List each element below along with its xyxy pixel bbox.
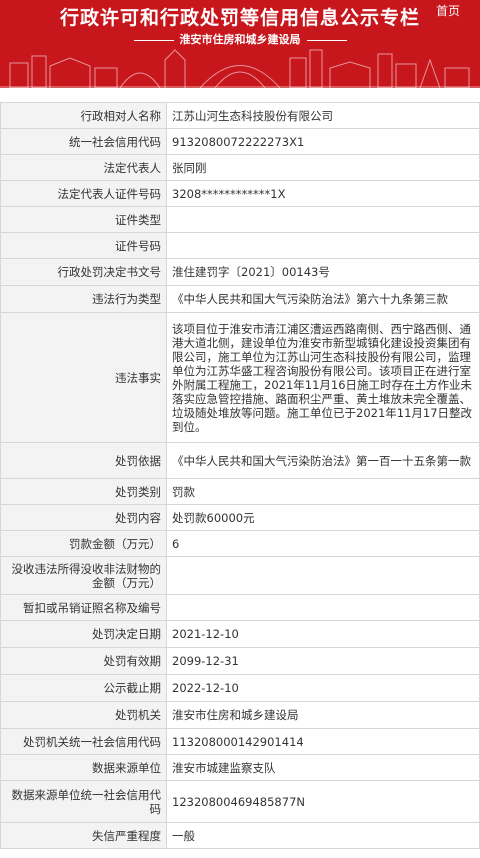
table-row: 数据来源单位 淮安市城建监察支队 (0, 754, 480, 781)
table-row: 失信严重程度 一般 (0, 822, 480, 849)
field-value: 113208000142901414 (166, 728, 480, 755)
field-label: 暂扣或吊销证照名称及编号 (0, 594, 167, 621)
table-row: 证件号码 (0, 232, 480, 259)
table-row: 证件类型 (0, 206, 480, 233)
field-value: 淮住建罚字〔2021〕00143号 (166, 258, 480, 286)
field-value (166, 206, 480, 233)
table-row: 处罚决定日期 2021-12-10 (0, 620, 480, 648)
page-title: 行政许可和行政处罚等信用信息公示专栏 (59, 7, 420, 29)
field-value: 3208************1X (166, 180, 480, 207)
field-value: 淮安市住房和城乡建设局 (166, 701, 480, 729)
table-row: 暂扣或吊销证照名称及编号 (0, 594, 480, 621)
field-label: 处罚类别 (0, 478, 167, 505)
field-value: 《中华人民共和国大气污染防治法》第一百一十五条第一款 (166, 442, 480, 479)
table-row: 法定代表人 张同刚 (0, 154, 480, 181)
table-row: 处罚机关统一社会信用代码 113208000142901414 (0, 728, 480, 755)
field-value (166, 232, 480, 259)
header-banner: 行政许可和行政处罚等信用信息公示专栏 首页 淮安市住房和城乡建设局 (0, 0, 480, 88)
field-label: 处罚决定日期 (0, 620, 167, 648)
field-value: 2021-12-10 (166, 620, 480, 648)
field-value: 处罚款60000元 (166, 504, 480, 531)
table-row: 法定代表人证件号码 3208************1X (0, 180, 480, 207)
field-label: 公示截止期 (0, 674, 167, 702)
field-value (166, 594, 480, 621)
agency-name: 淮安市住房和城乡建设局 (179, 33, 301, 46)
decorative-line (133, 39, 174, 41)
home-link[interactable]: 首页 (436, 2, 460, 19)
field-value: 江苏山河生态科技股份有限公司 (166, 102, 480, 129)
field-value: 9132080072222273X1 (166, 128, 480, 155)
field-label: 数据来源单位统一社会信用代码 (0, 780, 167, 823)
table-row: 数据来源单位统一社会信用代码 12320800469485877N (0, 780, 480, 823)
field-value: 一般 (166, 822, 480, 849)
field-label: 处罚依据 (0, 442, 167, 479)
decorative-line (306, 39, 347, 41)
table-row: 统一社会信用代码 9132080072222273X1 (0, 128, 480, 155)
table-row: 公示截止期 2022-12-10 (0, 674, 480, 702)
table-row: 处罚类别 罚款 (0, 478, 480, 505)
spacer (0, 88, 480, 102)
table-row: 行政相对人名称 江苏山河生态科技股份有限公司 (0, 102, 480, 129)
table-row: 罚款金额（万元） 6 (0, 530, 480, 557)
field-value: 该项目位于淮安市清江浦区漕运西路南侧、西宁路西侧、通港大道北侧，建设单位为淮安市… (166, 312, 480, 443)
field-value: 罚款 (166, 478, 480, 505)
field-label: 行政相对人名称 (0, 102, 167, 129)
field-value: 12320800469485877N (166, 780, 480, 823)
field-label: 处罚有效期 (0, 647, 167, 675)
table-row: 违法事实 该项目位于淮安市清江浦区漕运西路南侧、西宁路西侧、通港大道北侧，建设单位… (0, 312, 480, 443)
field-value: 6 (166, 530, 480, 557)
field-label: 行政处罚决定书文号 (0, 258, 167, 286)
field-label: 没收违法所得没收非法财物的金额（万元） (0, 556, 167, 595)
field-label: 处罚内容 (0, 504, 167, 531)
field-label: 证件类型 (0, 206, 167, 233)
field-label: 数据来源单位 (0, 754, 167, 781)
field-value: 《中华人民共和国大气污染防治法》第六十九条第三款 (166, 285, 480, 313)
field-value (166, 556, 480, 595)
table-row: 处罚内容 处罚款60000元 (0, 504, 480, 531)
field-value: 2099-12-31 (166, 647, 480, 675)
table-row: 处罚机关 淮安市住房和城乡建设局 (0, 701, 480, 729)
field-label: 法定代表人 (0, 154, 167, 181)
field-value: 2022-12-10 (166, 674, 480, 702)
banner-subtitle: 淮安市住房和城乡建设局 (0, 31, 480, 47)
field-label: 违法事实 (0, 312, 167, 443)
table-row: 行政处罚决定书文号 淮住建罚字〔2021〕00143号 (0, 258, 480, 286)
penalty-record-table: 行政相对人名称 江苏山河生态科技股份有限公司 统一社会信用代码 91320800722… (0, 102, 480, 849)
field-label: 法定代表人证件号码 (0, 180, 167, 207)
table-row: 处罚依据 《中华人民共和国大气污染防治法》第一百一十五条第一款 (0, 442, 480, 479)
field-label: 处罚机关 (0, 701, 167, 729)
field-label: 统一社会信用代码 (0, 128, 167, 155)
table-row: 违法行为类型 《中华人民共和国大气污染防治法》第六十九条第三款 (0, 285, 480, 313)
table-row: 处罚有效期 2099-12-31 (0, 647, 480, 675)
field-label: 失信严重程度 (0, 822, 167, 849)
field-value: 张同刚 (166, 154, 480, 181)
field-label: 证件号码 (0, 232, 167, 259)
field-label: 处罚机关统一社会信用代码 (0, 728, 167, 755)
field-label: 违法行为类型 (0, 285, 167, 313)
field-value: 淮安市城建监察支队 (166, 754, 480, 781)
table-row: 没收违法所得没收非法财物的金额（万元） (0, 556, 480, 595)
field-label: 罚款金额（万元） (0, 530, 167, 557)
